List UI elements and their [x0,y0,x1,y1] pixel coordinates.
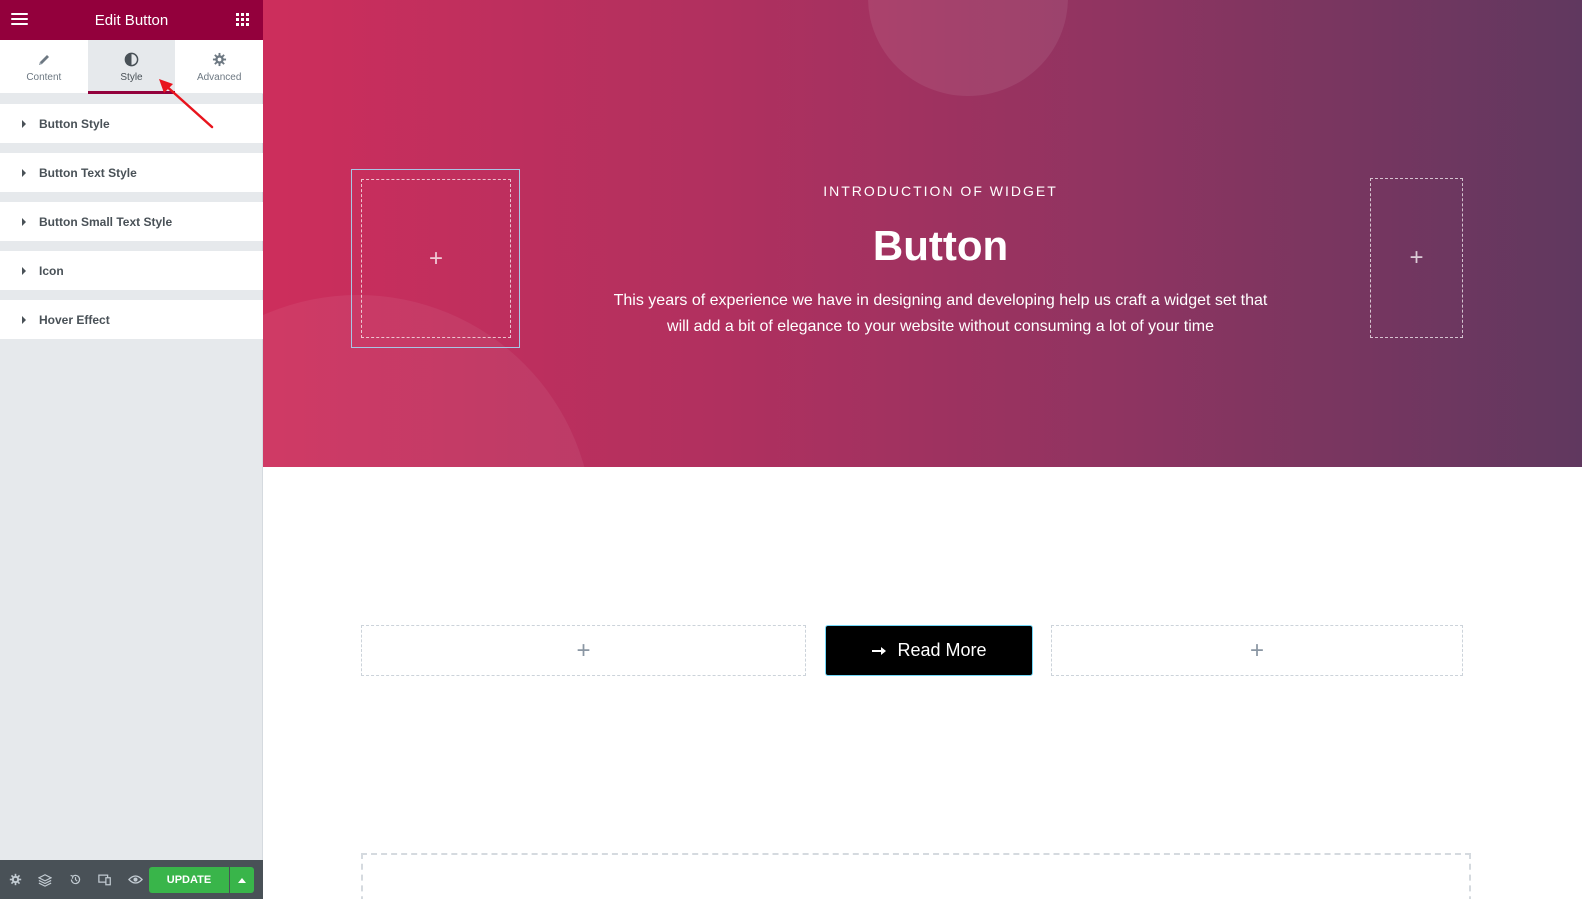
caret-up-icon [238,877,246,883]
style-sections: Button Style Button Text Style Button Sm… [0,104,263,349]
empty-column-left-row[interactable]: + [361,625,806,676]
section-icon[interactable]: Icon [0,251,263,290]
section-hover-effect[interactable]: Hover Effect [0,300,263,339]
section-button-small-text-style[interactable]: Button Small Text Style [0,202,263,241]
caret-right-icon [22,315,26,324]
hero-description: This years of experience we have in desi… [613,292,1268,335]
add-widget-icon: + [428,244,443,272]
gear-icon [212,51,227,69]
half-circle-icon [124,51,139,69]
add-widget-icon: + [576,636,591,664]
section-label: Button Small Text Style [39,214,173,229]
decorative-circle [868,0,1068,96]
section-label: Button Style [39,116,110,131]
section-label: Button Text Style [39,165,137,180]
read-more-label: Read More [897,640,987,660]
caret-right-icon [22,168,26,177]
tab-style-label: Style [120,71,143,83]
empty-column-right[interactable]: + [1370,178,1463,338]
read-more-button[interactable]: Read More [825,625,1033,676]
settings-icon[interactable] [0,860,30,899]
panel-title: Edit Button [94,11,169,29]
section-label: Icon [39,263,64,278]
preview-eye-icon[interactable] [120,860,150,899]
layers-icon[interactable] [30,860,60,899]
section-button-text-style[interactable]: Button Text Style [0,153,263,192]
tab-advanced-label: Advanced [196,71,242,83]
empty-column-left[interactable]: + [361,179,511,338]
history-icon[interactable] [60,860,90,899]
elementor-editor: Edit Button Content Style Advanced Butto… [0,0,1582,899]
empty-column-right-row[interactable]: + [1051,625,1463,676]
caret-right-icon [22,266,26,275]
update-options-button[interactable] [230,867,254,893]
tab-content-label: Content [26,71,62,83]
caret-right-icon [22,119,26,128]
add-section-area[interactable] [361,853,1471,899]
responsive-icon[interactable] [90,860,120,899]
pencil-icon [37,51,51,69]
arrow-right-icon [871,646,887,656]
editor-panel: Edit Button Content Style Advanced Butto… [0,0,263,899]
hero-title: Button [872,222,1009,269]
add-widget-icon: + [1249,636,1264,664]
tab-advanced[interactable]: Advanced [175,40,263,93]
tab-content[interactable]: Content [0,40,88,93]
widgets-grid-icon[interactable] [236,13,249,26]
tab-style[interactable]: Style [87,40,176,94]
panel-footer: UPDATE [0,860,263,899]
hero-eyebrow: INTRODUCTION OF WIDGET [823,183,1058,199]
section-label: Hover Effect [39,312,110,327]
add-widget-icon: + [1409,244,1424,271]
hero-section[interactable]: + INTRODUCTION OF WIDGET Button This yea… [263,0,1582,467]
update-button[interactable]: UPDATE [149,867,229,893]
menu-icon[interactable] [11,13,29,27]
panel-tabs: Content Style Advanced [0,40,263,94]
section-button-style[interactable]: Button Style [0,104,263,143]
caret-right-icon [22,217,26,226]
panel-header: Edit Button [0,0,263,40]
